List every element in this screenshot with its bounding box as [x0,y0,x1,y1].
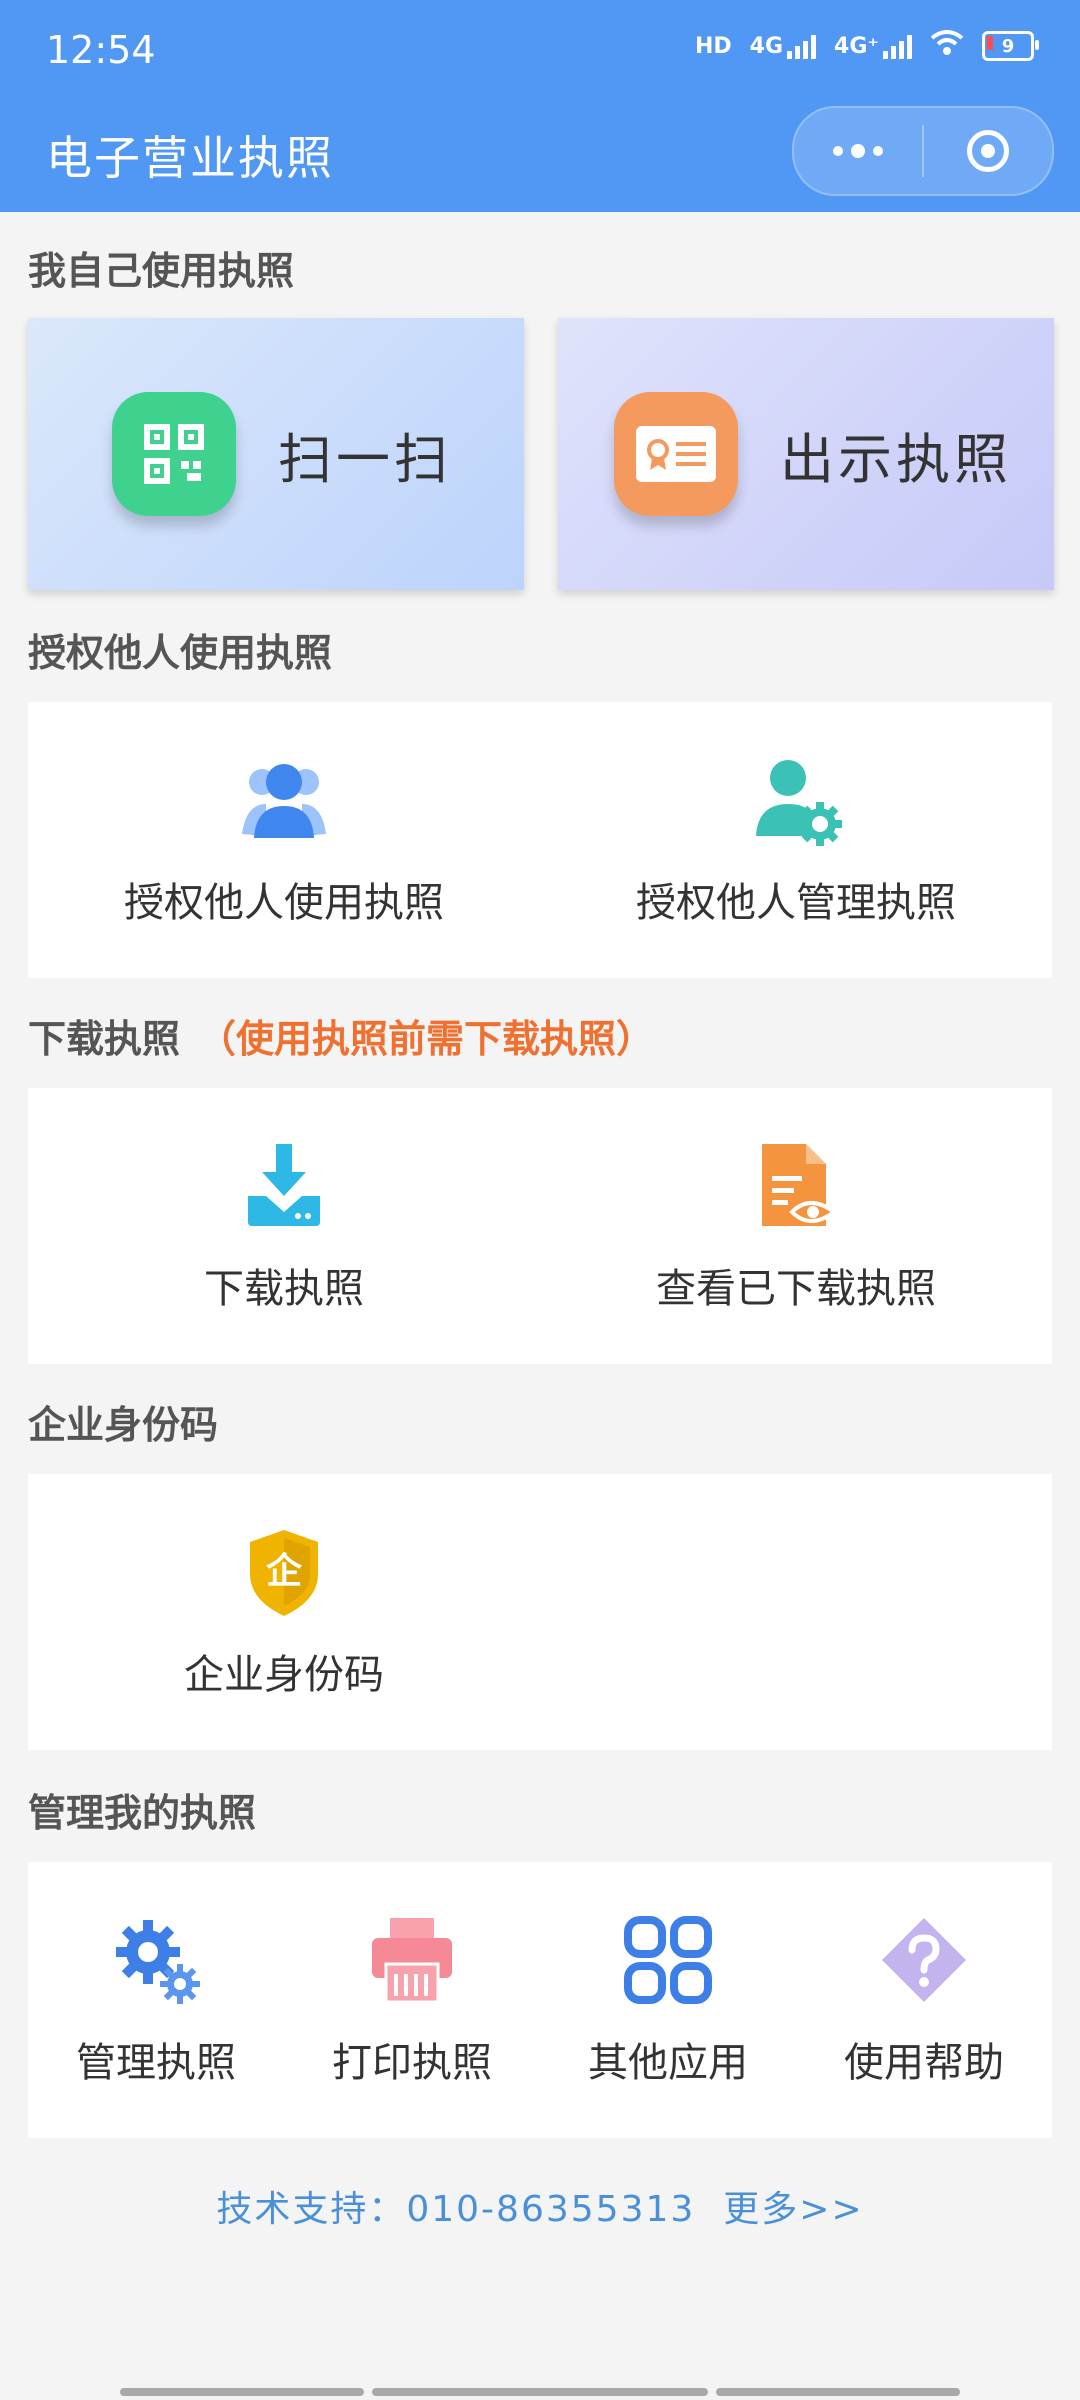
hd-indicator: HD [694,33,732,59]
help-label: 使用帮助 [844,2040,1004,2086]
section-title-self: 我自己使用执照 [28,249,295,293]
users-icon [236,752,332,848]
authorize-card: 授权他人使用执照 授权他人管理执照 [28,702,1052,978]
battery-icon: 9 [982,31,1039,61]
printer-icon [364,1912,460,2008]
manage-card: 管理执照 打印执照 其他应用 使用帮助 [28,1862,1052,2138]
section-title-download: 下载执照 （使用执照前需下载执照） [28,1008,654,1063]
section-title-authorize: 授权他人使用执照 [28,631,333,675]
miniprogram-capsule [792,106,1054,196]
scan-label: 扫一扫 [278,427,452,491]
print-license-item[interactable]: 打印执照 [284,1912,540,2088]
gesture-bar [0,2388,1080,2400]
shield-icon: 企 [236,1524,332,1620]
download-section-label: 下载执照 [28,1017,181,1061]
signal-icon-2: 4G⁺ [834,33,912,59]
network-label-1: 4G [749,34,784,59]
user-gear-icon [748,752,844,848]
help-icon [876,1912,972,2008]
view-downloaded-label: 查看已下载执照 [656,1266,936,1312]
show-license-label: 出示执照 [780,427,1012,491]
wifi-icon [930,30,964,62]
help-item[interactable]: 使用帮助 [796,1912,1052,2088]
other-apps-item[interactable]: 其他应用 [540,1912,796,2088]
manage-license-item[interactable]: 管理执照 [28,1912,284,2088]
download-item[interactable]: 下载执照 [28,1138,540,1314]
other-apps-label: 其他应用 [588,2040,748,2086]
authorize-manage-label: 授权他人管理执照 [636,880,956,926]
view-downloaded-item[interactable]: 查看已下载执照 [540,1138,1052,1314]
download-label: 下载执照 [204,1266,364,1312]
more-link[interactable]: 更多>> [723,2189,863,2230]
footer-support: 技术支持：010-86355313 更多>> [0,2180,1080,2232]
license-card-icon [614,392,738,516]
signal-icon-1: 4G [749,33,817,59]
battery-level: 9 [1001,35,1015,57]
apps-grid-icon [620,1912,716,2008]
more-dots-icon [833,144,883,158]
status-icons: HD 4G 4G⁺ 9 [694,30,1039,62]
page-title: 电子营业执照 [46,131,334,185]
section-title-enterprise: 企业身份码 [28,1403,219,1447]
network-label-2: 4G⁺ [834,34,879,59]
print-license-label: 打印执照 [332,2040,492,2086]
authorize-use-item[interactable]: 授权他人使用执照 [28,752,540,928]
qr-code-icon [112,392,236,516]
enterprise-code-item[interactable]: 企 企业身份码 [28,1524,540,1700]
authorize-use-label: 授权他人使用执照 [124,880,444,926]
more-menu-button[interactable] [794,108,922,194]
manage-license-label: 管理执照 [76,2040,236,2086]
support-phone[interactable]: 技术支持：010-86355313 [216,2189,695,2230]
close-capsule-button[interactable] [924,108,1052,194]
enterprise-card: 企 企业身份码 [28,1474,1052,1750]
enterprise-code-label: 企业身份码 [184,1652,384,1698]
download-note: （使用执照前需下载执照） [198,1017,655,1061]
gears-icon [108,1912,204,2008]
authorize-manage-item[interactable]: 授权他人管理执照 [540,752,1052,928]
document-view-icon [748,1138,844,1234]
section-title-manage: 管理我的执照 [28,1791,257,1835]
download-icon [236,1138,332,1234]
scan-card[interactable]: 扫一扫 [28,318,524,590]
shield-glyph: 企 [265,1551,302,1592]
status-time: 12:54 [46,28,156,72]
show-license-card[interactable]: 出示执照 [558,318,1054,590]
download-card: 下载执照 查看已下载执照 [28,1088,1052,1364]
target-icon [967,130,1009,172]
header-bar: 12:54 HD 4G 4G⁺ 9 电子营业执照 [0,0,1080,212]
